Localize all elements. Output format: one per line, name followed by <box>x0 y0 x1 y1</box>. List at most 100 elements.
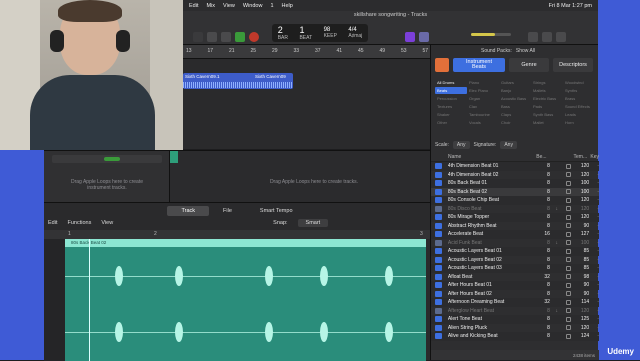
favorite-checkbox[interactable] <box>564 291 574 296</box>
category-button[interactable]: Choir <box>499 119 531 126</box>
loops-icon[interactable] <box>435 58 449 72</box>
favorite-checkbox[interactable] <box>564 198 574 203</box>
category-button[interactable]: Acoustic Bass <box>499 95 531 102</box>
favorite-checkbox[interactable] <box>564 257 574 262</box>
category-button[interactable]: Clav <box>467 103 499 110</box>
metronome-button[interactable] <box>419 32 429 42</box>
loop-row[interactable]: 80s Console Chip Beat8120- <box>431 196 599 205</box>
loop-row[interactable]: Acoustic Layers Beat 01885- <box>431 247 599 256</box>
loop-row[interactable]: 4th Dimension Beat 018120- <box>431 162 599 171</box>
record-button[interactable] <box>249 32 259 42</box>
category-button[interactable]: Synths <box>563 87 595 94</box>
favorite-checkbox[interactable] <box>564 164 574 169</box>
loop-row[interactable]: 80s Back Beat 018100- <box>431 179 599 188</box>
loop-row[interactable]: 80s Mirage Topper8120- <box>431 213 599 222</box>
ruler[interactable]: 131721252933374145495357 <box>183 45 430 59</box>
favorite-checkbox[interactable] <box>564 300 574 305</box>
favorite-checkbox[interactable] <box>564 215 574 220</box>
tab-instrument-beats[interactable]: Instrument Beats <box>453 58 505 72</box>
tab-track[interactable]: Track <box>167 206 209 216</box>
favorite-checkbox[interactable] <box>564 317 574 322</box>
category-button[interactable]: Organ <box>467 95 499 102</box>
menu-help[interactable]: Help <box>282 3 293 9</box>
category-button[interactable]: Banjo <box>499 87 531 94</box>
category-button[interactable]: Guitars <box>499 79 531 86</box>
track-volume-slider[interactable] <box>104 157 120 161</box>
category-button[interactable]: All Drums <box>435 79 467 86</box>
loop-row[interactable]: Afterglow Heart Beat8↓120- <box>431 307 599 316</box>
col-key[interactable]: Key <box>589 154 599 160</box>
favorite-checkbox[interactable] <box>564 249 574 254</box>
category-button[interactable]: Brass <box>563 95 595 102</box>
menu-window[interactable]: Window <box>243 3 263 9</box>
signature-select[interactable]: Any <box>500 141 517 149</box>
favorite-checkbox[interactable] <box>564 232 574 237</box>
tab-genre[interactable]: Genre <box>509 58 549 72</box>
loop-row[interactable]: Acid Funk Beat8↓100- <box>431 239 599 248</box>
favorite-checkbox[interactable] <box>564 334 574 339</box>
col-name[interactable]: Name <box>448 154 536 160</box>
favorite-checkbox[interactable] <box>564 283 574 288</box>
inspector-button[interactable] <box>207 32 217 42</box>
category-button[interactable]: Percussion <box>435 95 467 102</box>
category-button[interactable]: Shaker <box>435 111 467 118</box>
category-button[interactable]: Leads <box>563 111 595 118</box>
tab-file[interactable]: File <box>209 206 246 216</box>
favorite-checkbox[interactable] <box>564 308 574 313</box>
loop-row[interactable]: Afternoon Dreaming Beat32114- <box>431 298 599 307</box>
category-button[interactable]: Piano <box>467 79 499 86</box>
category-button[interactable]: Sound Effects <box>563 103 595 110</box>
category-button[interactable]: Bass <box>499 103 531 110</box>
menu-view[interactable]: View <box>223 3 235 9</box>
category-button[interactable]: Claps <box>499 111 531 118</box>
count-in-button[interactable] <box>405 32 415 42</box>
editor-region-header[interactable]: 80s Back Beat 02 <box>65 239 426 247</box>
loop-row[interactable]: Alive and Kicking Beat8124- <box>431 332 599 341</box>
loop-row[interactable]: Abstract Rhythm Beat890- <box>431 222 599 231</box>
download-icon[interactable]: ↓ <box>550 308 564 314</box>
loop-row[interactable]: 80s Back Beat 028100- <box>431 188 599 197</box>
category-button[interactable]: Beats <box>435 87 467 94</box>
category-button[interactable]: Elec Piano <box>467 87 499 94</box>
col-beats[interactable]: Be... <box>536 154 550 160</box>
category-button[interactable]: Strings <box>531 79 563 86</box>
tracks-area[interactable]: 131721252933374145495357 Sixth Cavern09.… <box>183 45 430 149</box>
category-button[interactable]: Pads <box>531 103 563 110</box>
menu-edit[interactable]: Edit <box>189 3 198 9</box>
editor-ruler[interactable]: 1 2 3 <box>44 230 430 239</box>
category-button[interactable]: Textures <box>435 103 467 110</box>
category-button[interactable]: Mallet <box>531 119 563 126</box>
download-icon[interactable]: ↓ <box>550 240 564 246</box>
favorite-checkbox[interactable] <box>564 240 574 245</box>
view-menu[interactable]: View <box>101 220 113 226</box>
favorite-checkbox[interactable] <box>564 206 574 211</box>
category-button[interactable]: Vocals <box>467 119 499 126</box>
favorite-checkbox[interactable] <box>564 274 574 279</box>
loop-row[interactable]: Accelerate Beat16127- <box>431 230 599 239</box>
category-button[interactable]: Mallets <box>531 87 563 94</box>
track-header-column[interactable]: Drag Apple Loops here to create instrume… <box>44 151 170 203</box>
rewind-button[interactable] <box>221 32 231 42</box>
loop-row[interactable]: Alien String Pluck8120- <box>431 324 599 333</box>
download-icon[interactable]: ↓ <box>550 206 564 212</box>
favorite-checkbox[interactable] <box>564 325 574 330</box>
loop-row[interactable]: Acoustic Layers Beat 02885- <box>431 256 599 265</box>
browser-button[interactable] <box>556 32 566 42</box>
audio-region[interactable]: Sixth Cavern09.1 Sixth Cavern09 <box>183 73 293 89</box>
sound-packs-select[interactable]: Show All <box>516 48 535 54</box>
play-button[interactable] <box>235 32 245 42</box>
snap-select[interactable]: Smart <box>298 219 329 227</box>
loop-row[interactable]: Acoustic Layers Beat 03885- <box>431 264 599 273</box>
master-volume-slider[interactable] <box>471 33 511 36</box>
loop-row[interactable]: After Hours Beat 01890- <box>431 281 599 290</box>
playhead[interactable] <box>89 239 90 361</box>
favorite-checkbox[interactable] <box>564 181 574 186</box>
loop-row[interactable]: 80s Disco Beat8↓120- <box>431 205 599 214</box>
favorite-checkbox[interactable] <box>564 189 574 194</box>
edit-menu[interactable]: Edit <box>48 220 57 226</box>
category-button[interactable]: Electric Bass <box>531 95 563 102</box>
favorite-checkbox[interactable] <box>564 266 574 271</box>
waveform-display[interactable]: 80s Back Beat 02 <box>65 239 426 361</box>
library-button[interactable] <box>193 32 203 42</box>
category-button[interactable]: Woodwind <box>563 79 595 86</box>
